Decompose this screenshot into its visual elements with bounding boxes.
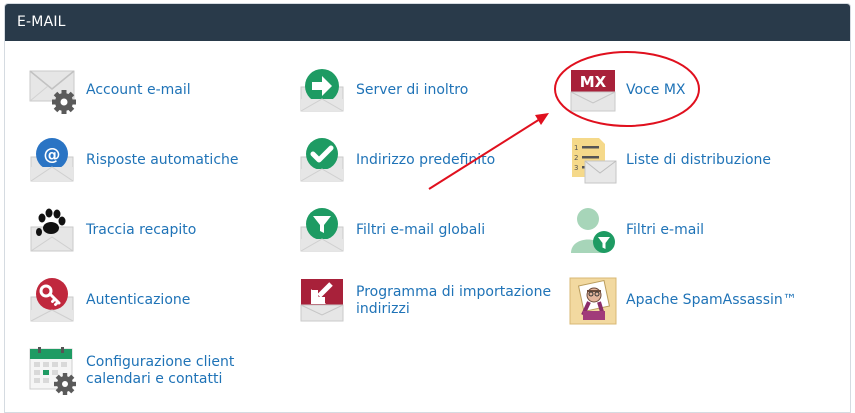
calendar-contacts-config-label: Configurazione client calendari e contat… xyxy=(86,354,235,387)
track-delivery-label: Traccia recapito xyxy=(86,222,197,238)
mailing-list-icon: 1 2 3 xyxy=(569,137,617,185)
email-section-panel: E-MAIL Account e-mail Server di inoltro … xyxy=(4,3,851,413)
svg-text:3: 3 xyxy=(574,164,578,172)
mx-entry-icon: MX xyxy=(569,67,617,115)
address-importer-label: Programma di importazione indirizzi xyxy=(356,284,552,317)
mx-entry-label: Voce MX xyxy=(626,82,686,98)
svg-text:@: @ xyxy=(44,145,61,165)
account-email-label: Account e-mail xyxy=(86,82,191,98)
mx-entry-link[interactable]: MX Voce MX xyxy=(569,67,779,119)
email-filters-link[interactable]: Filtri e-mail xyxy=(569,207,779,259)
email-filters-label: Filtri e-mail xyxy=(626,222,705,238)
section-header: E-MAIL xyxy=(5,4,850,41)
spamassassin-link[interactable]: Apache SpamAssassin™ xyxy=(569,277,809,329)
authentication-link[interactable]: Autenticazione xyxy=(29,277,259,329)
authentication-label: Autenticazione xyxy=(86,292,191,308)
forwarder-arrow-icon xyxy=(299,67,347,115)
mailing-lists-label: Liste di distribuzione xyxy=(626,152,772,168)
default-address-link[interactable]: Indirizzo predefinito xyxy=(299,137,529,189)
section-title: E-MAIL xyxy=(17,14,66,30)
account-email-link[interactable]: Account e-mail xyxy=(29,67,259,119)
mx-badge-text: MX xyxy=(580,73,607,91)
calendar-contacts-config-link[interactable]: Configurazione client calendari e contat… xyxy=(29,347,289,399)
mailing-lists-link[interactable]: 1 2 3 Liste di distribuzione xyxy=(569,137,799,189)
import-arrow-icon xyxy=(299,277,347,325)
autoresponders-label: Risposte automatiche xyxy=(86,152,239,168)
forwarders-link[interactable]: Server di inoltro xyxy=(299,67,529,119)
global-filter-icon xyxy=(299,207,347,255)
global-email-filters-link[interactable]: Filtri e-mail globali xyxy=(299,207,529,259)
track-delivery-link[interactable]: Traccia recapito xyxy=(29,207,259,259)
paw-print-icon xyxy=(29,207,77,255)
calendar-gear-icon xyxy=(29,347,77,395)
forwarders-label: Server di inoltro xyxy=(356,82,469,98)
address-importer-link[interactable]: Programma di importazione indirizzi xyxy=(299,277,559,329)
default-address-label: Indirizzo predefinito xyxy=(356,152,496,168)
svg-text:2: 2 xyxy=(574,154,578,162)
svg-text:1: 1 xyxy=(574,144,578,152)
mail-gear-icon xyxy=(29,67,77,115)
default-checkmark-icon xyxy=(299,137,347,185)
user-filter-icon xyxy=(569,207,617,255)
spamassassin-icon xyxy=(569,277,617,325)
at-sign-icon: @ xyxy=(29,137,77,185)
autoresponders-link[interactable]: @ Risposte automatiche xyxy=(29,137,259,189)
key-icon xyxy=(29,277,77,325)
spamassassin-label: Apache SpamAssassin™ xyxy=(626,292,797,308)
global-email-filters-label: Filtri e-mail globali xyxy=(356,222,486,238)
